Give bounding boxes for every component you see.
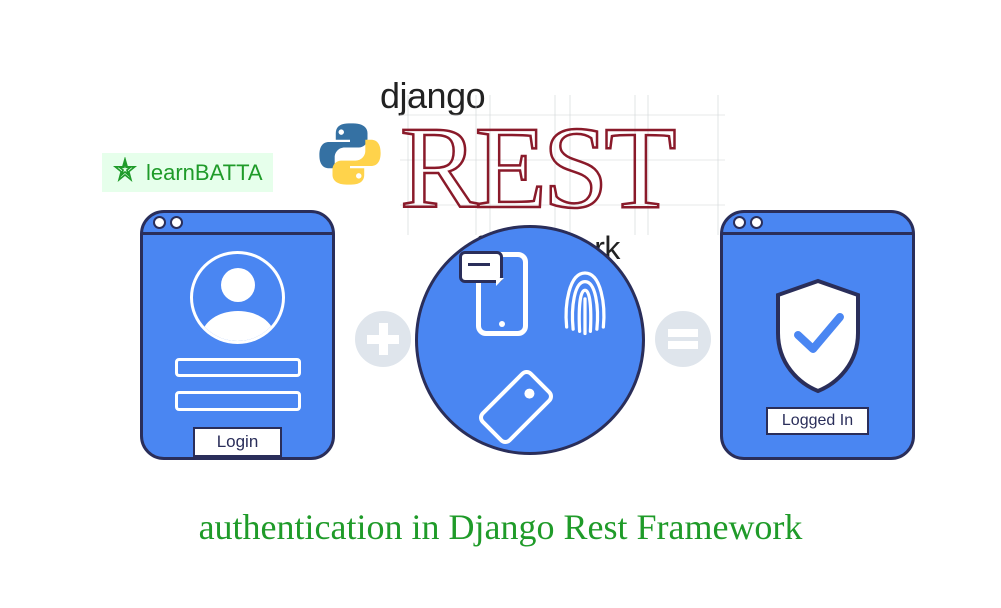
python-icon xyxy=(315,119,385,189)
rest-wordmark-icon: REST xyxy=(400,95,725,240)
caption: authentication in Django Rest Framework xyxy=(0,506,1001,548)
equals-icon xyxy=(652,308,714,370)
message-bubble-icon xyxy=(459,251,503,283)
login-button: Login xyxy=(193,427,283,457)
learnbatta-logo: learnBATTA xyxy=(102,153,273,192)
window-dot-icon xyxy=(170,216,183,229)
window-dot-icon xyxy=(153,216,166,229)
loggedin-panel: Logged In xyxy=(720,210,915,460)
username-field-icon xyxy=(175,358,301,378)
login-panel: Login xyxy=(140,210,335,460)
plus-icon xyxy=(352,308,414,370)
auth-factors-circle xyxy=(415,225,645,455)
window-dot-icon xyxy=(733,216,746,229)
window-dot-icon xyxy=(750,216,763,229)
password-field-icon xyxy=(175,391,301,411)
window-header xyxy=(143,213,332,235)
shield-check-icon xyxy=(768,275,868,395)
fingerprint-icon xyxy=(558,262,612,338)
diagram-canvas: learnBATTA django REST xyxy=(0,0,1001,608)
window-header xyxy=(723,213,912,235)
logo-text: learnBATTA xyxy=(146,160,263,186)
star-icon xyxy=(112,157,138,188)
avatar-icon xyxy=(190,251,285,344)
svg-text:REST: REST xyxy=(400,102,675,233)
phone-message-icon xyxy=(476,252,528,336)
loggedin-button: Logged In xyxy=(766,407,869,435)
keycard-icon xyxy=(476,367,557,448)
